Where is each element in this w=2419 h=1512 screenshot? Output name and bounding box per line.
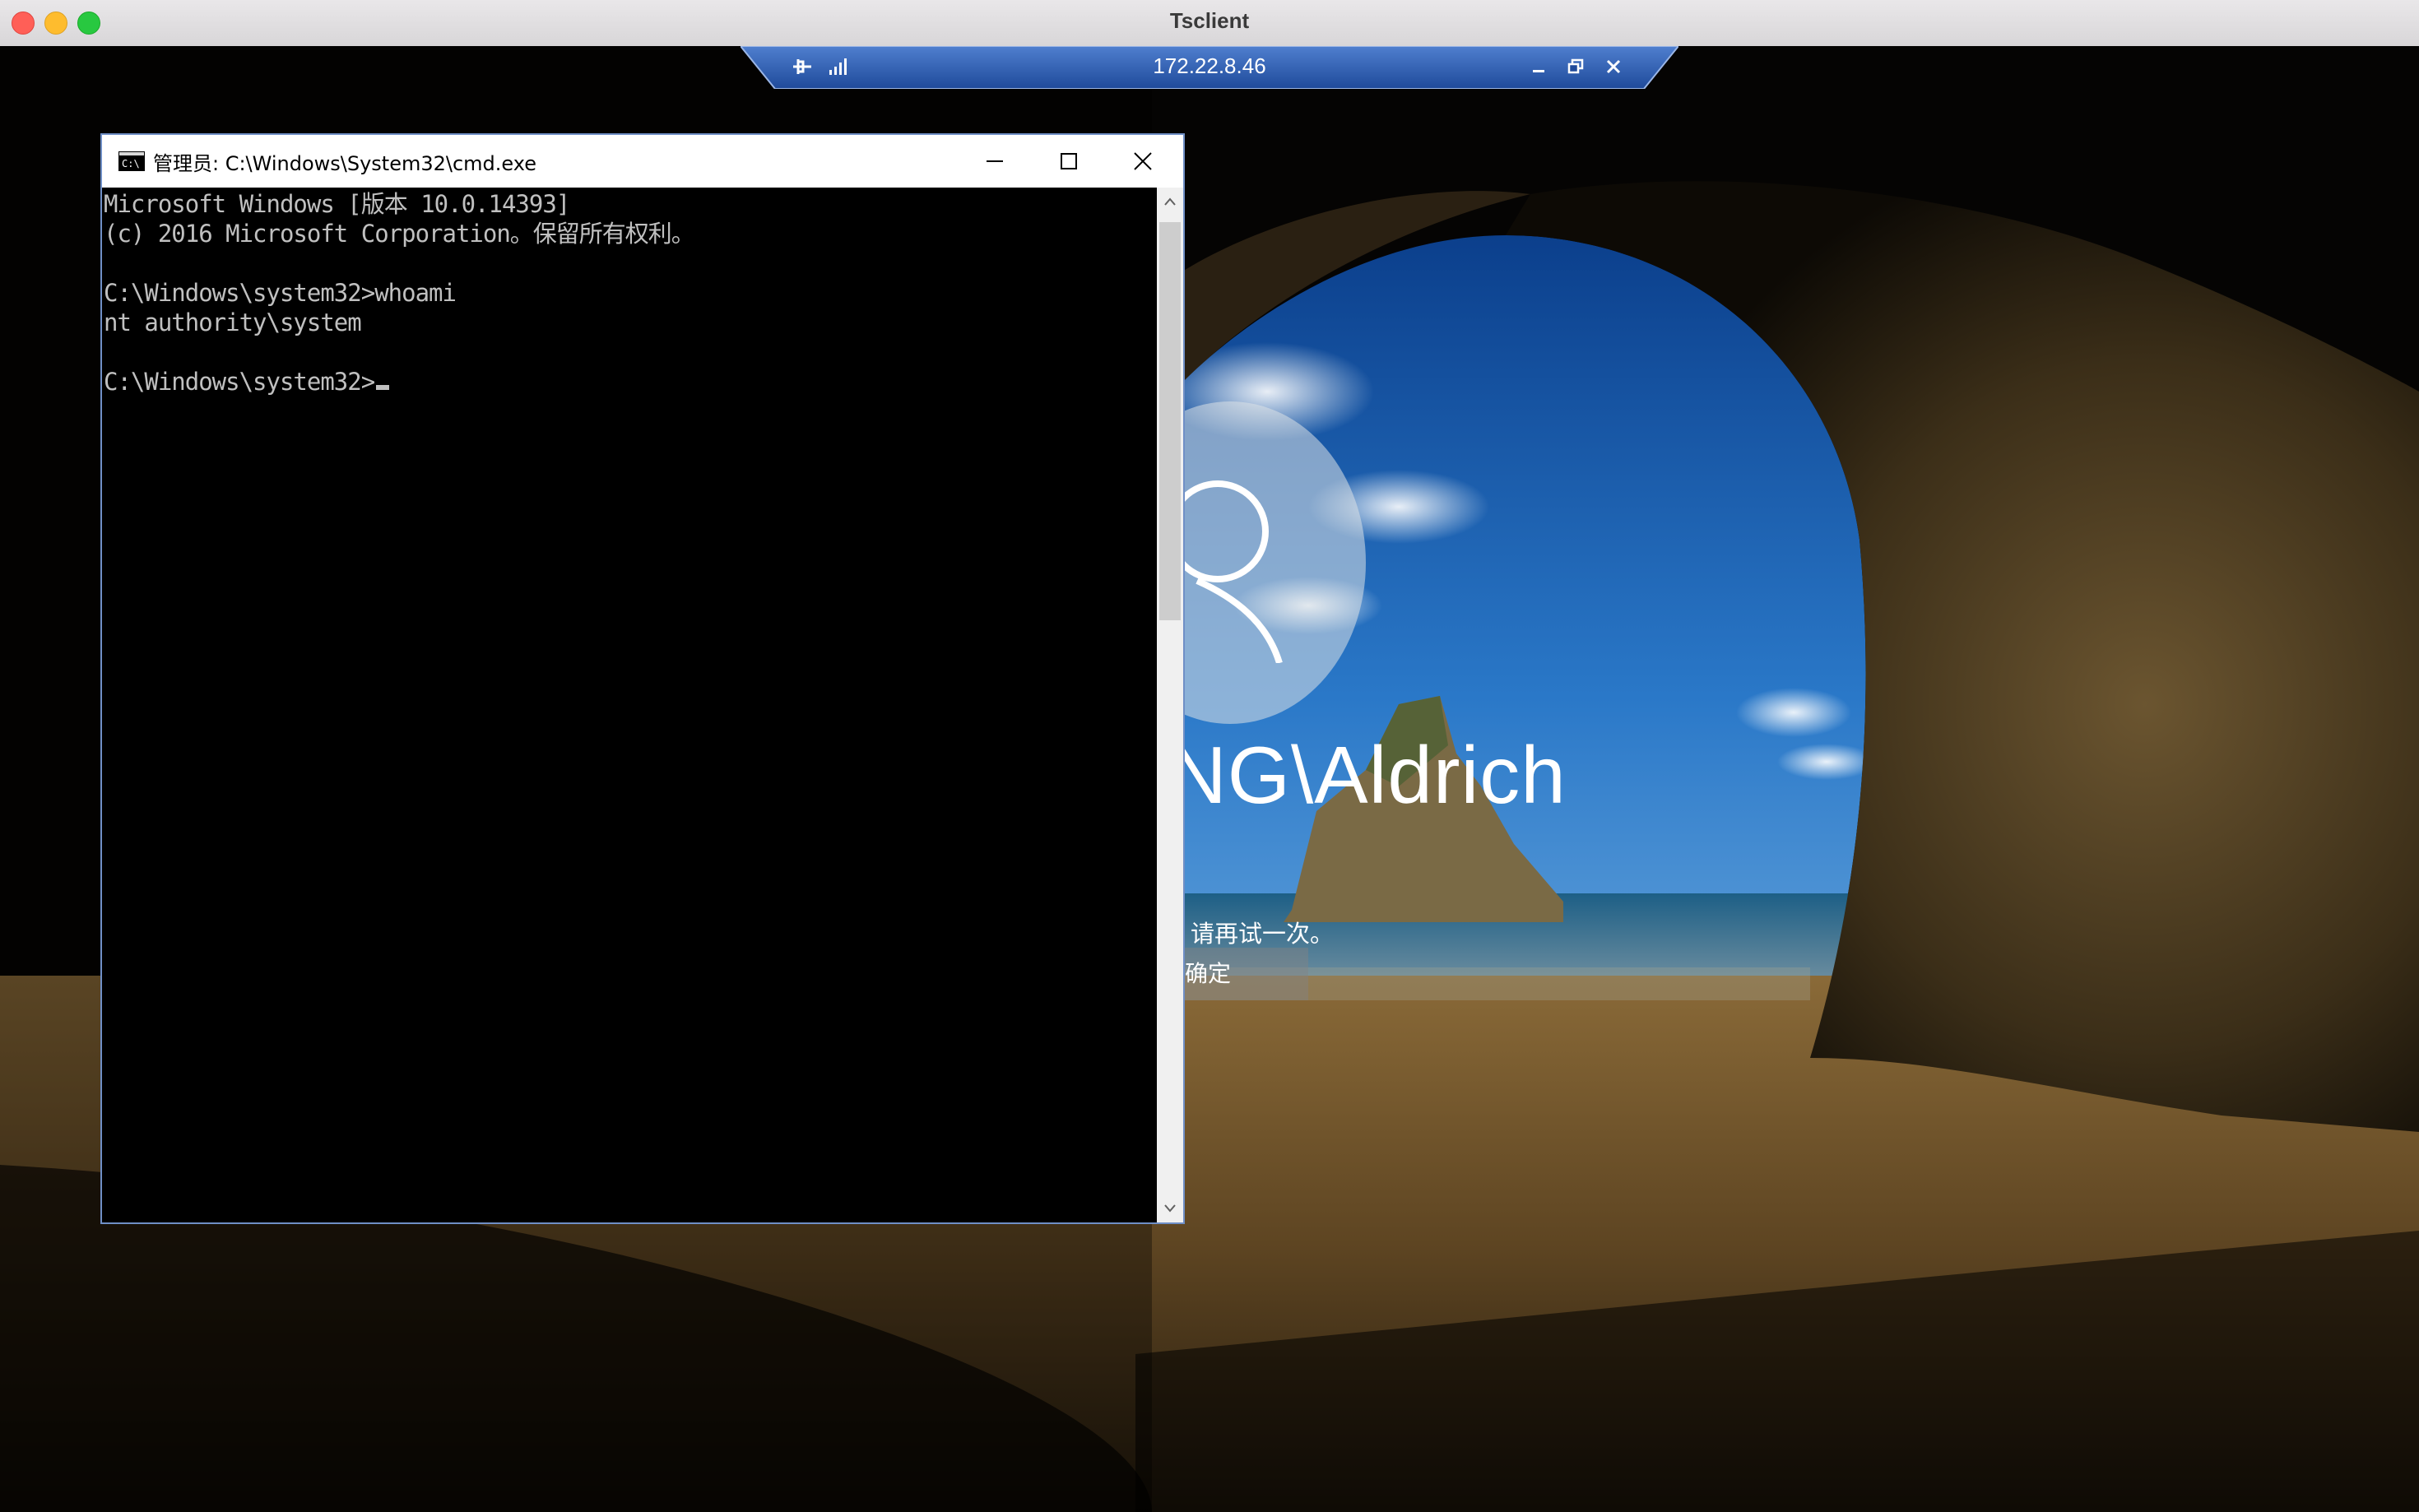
svg-text:C:\: C:\ — [122, 158, 140, 169]
close-icon[interactable] — [1601, 54, 1626, 79]
minimize-icon[interactable] — [1526, 54, 1551, 79]
restore-icon[interactable] — [1563, 54, 1588, 79]
text-cursor — [376, 385, 390, 390]
console-line: C:\Windows\system32>whoami — [104, 279, 457, 307]
cmd-title: 管理员: C:\Windows\System32\cmd.exe — [153, 152, 536, 175]
console-prompt-line: C:\Windows\system32> — [104, 367, 390, 397]
user-avatar-icon — [1177, 480, 1283, 663]
chevron-up-icon — [1164, 197, 1176, 206]
login-username: NG\Aldrich — [1168, 730, 1567, 820]
chevron-down-icon — [1164, 1204, 1176, 1213]
window-title: Tsclient — [1169, 8, 1250, 33]
cmd-window[interactable]: C:\ 管理员: C:\Windows\System32\cmd.exe Mic… — [100, 133, 1185, 1224]
maximize-icon — [1061, 153, 1077, 169]
cmd-close-button[interactable] — [1106, 135, 1180, 188]
console-scrollbar[interactable] — [1157, 188, 1183, 1222]
console-line: (c) 2016 Microsoft Corporation。保留所有权利。 — [104, 220, 695, 248]
remote-desktop[interactable]: NG\Aldrich 。请再试一次。 确定 172.22.8.46 C:\ 管理… — [0, 46, 2419, 1512]
scroll-thumb[interactable] — [1159, 222, 1181, 620]
minimize-icon — [987, 160, 1003, 162]
tsclient-window: Tsclient NG\Aldrich 。请再试一次。 确定 172.22.8.… — [0, 0, 2419, 1512]
console-output[interactable]: Microsoft Windows [版本 10.0.14393] (c) 20… — [102, 188, 1157, 1222]
cmd-minimize-button[interactable] — [958, 135, 1032, 188]
console-prompt: C:\Windows\system32> — [104, 368, 375, 396]
console-line: nt authority\system — [104, 308, 362, 336]
scroll-up-button[interactable] — [1157, 188, 1183, 216]
cmd-titlebar[interactable]: C:\ 管理员: C:\Windows\System32\cmd.exe — [102, 135, 1183, 188]
cmd-maximize-button[interactable] — [1032, 135, 1106, 188]
console-line: Microsoft Windows [版本 10.0.14393] — [104, 190, 570, 218]
close-icon — [1134, 152, 1152, 170]
cmd-icon: C:\ — [118, 151, 145, 171]
login-error-message: 。请再试一次。 — [1167, 920, 1335, 948]
mac-titlebar: Tsclient — [0, 0, 2419, 47]
scroll-down-button[interactable] — [1157, 1194, 1183, 1222]
rdp-connection-bar: 172.22.8.46 — [741, 46, 1678, 89]
